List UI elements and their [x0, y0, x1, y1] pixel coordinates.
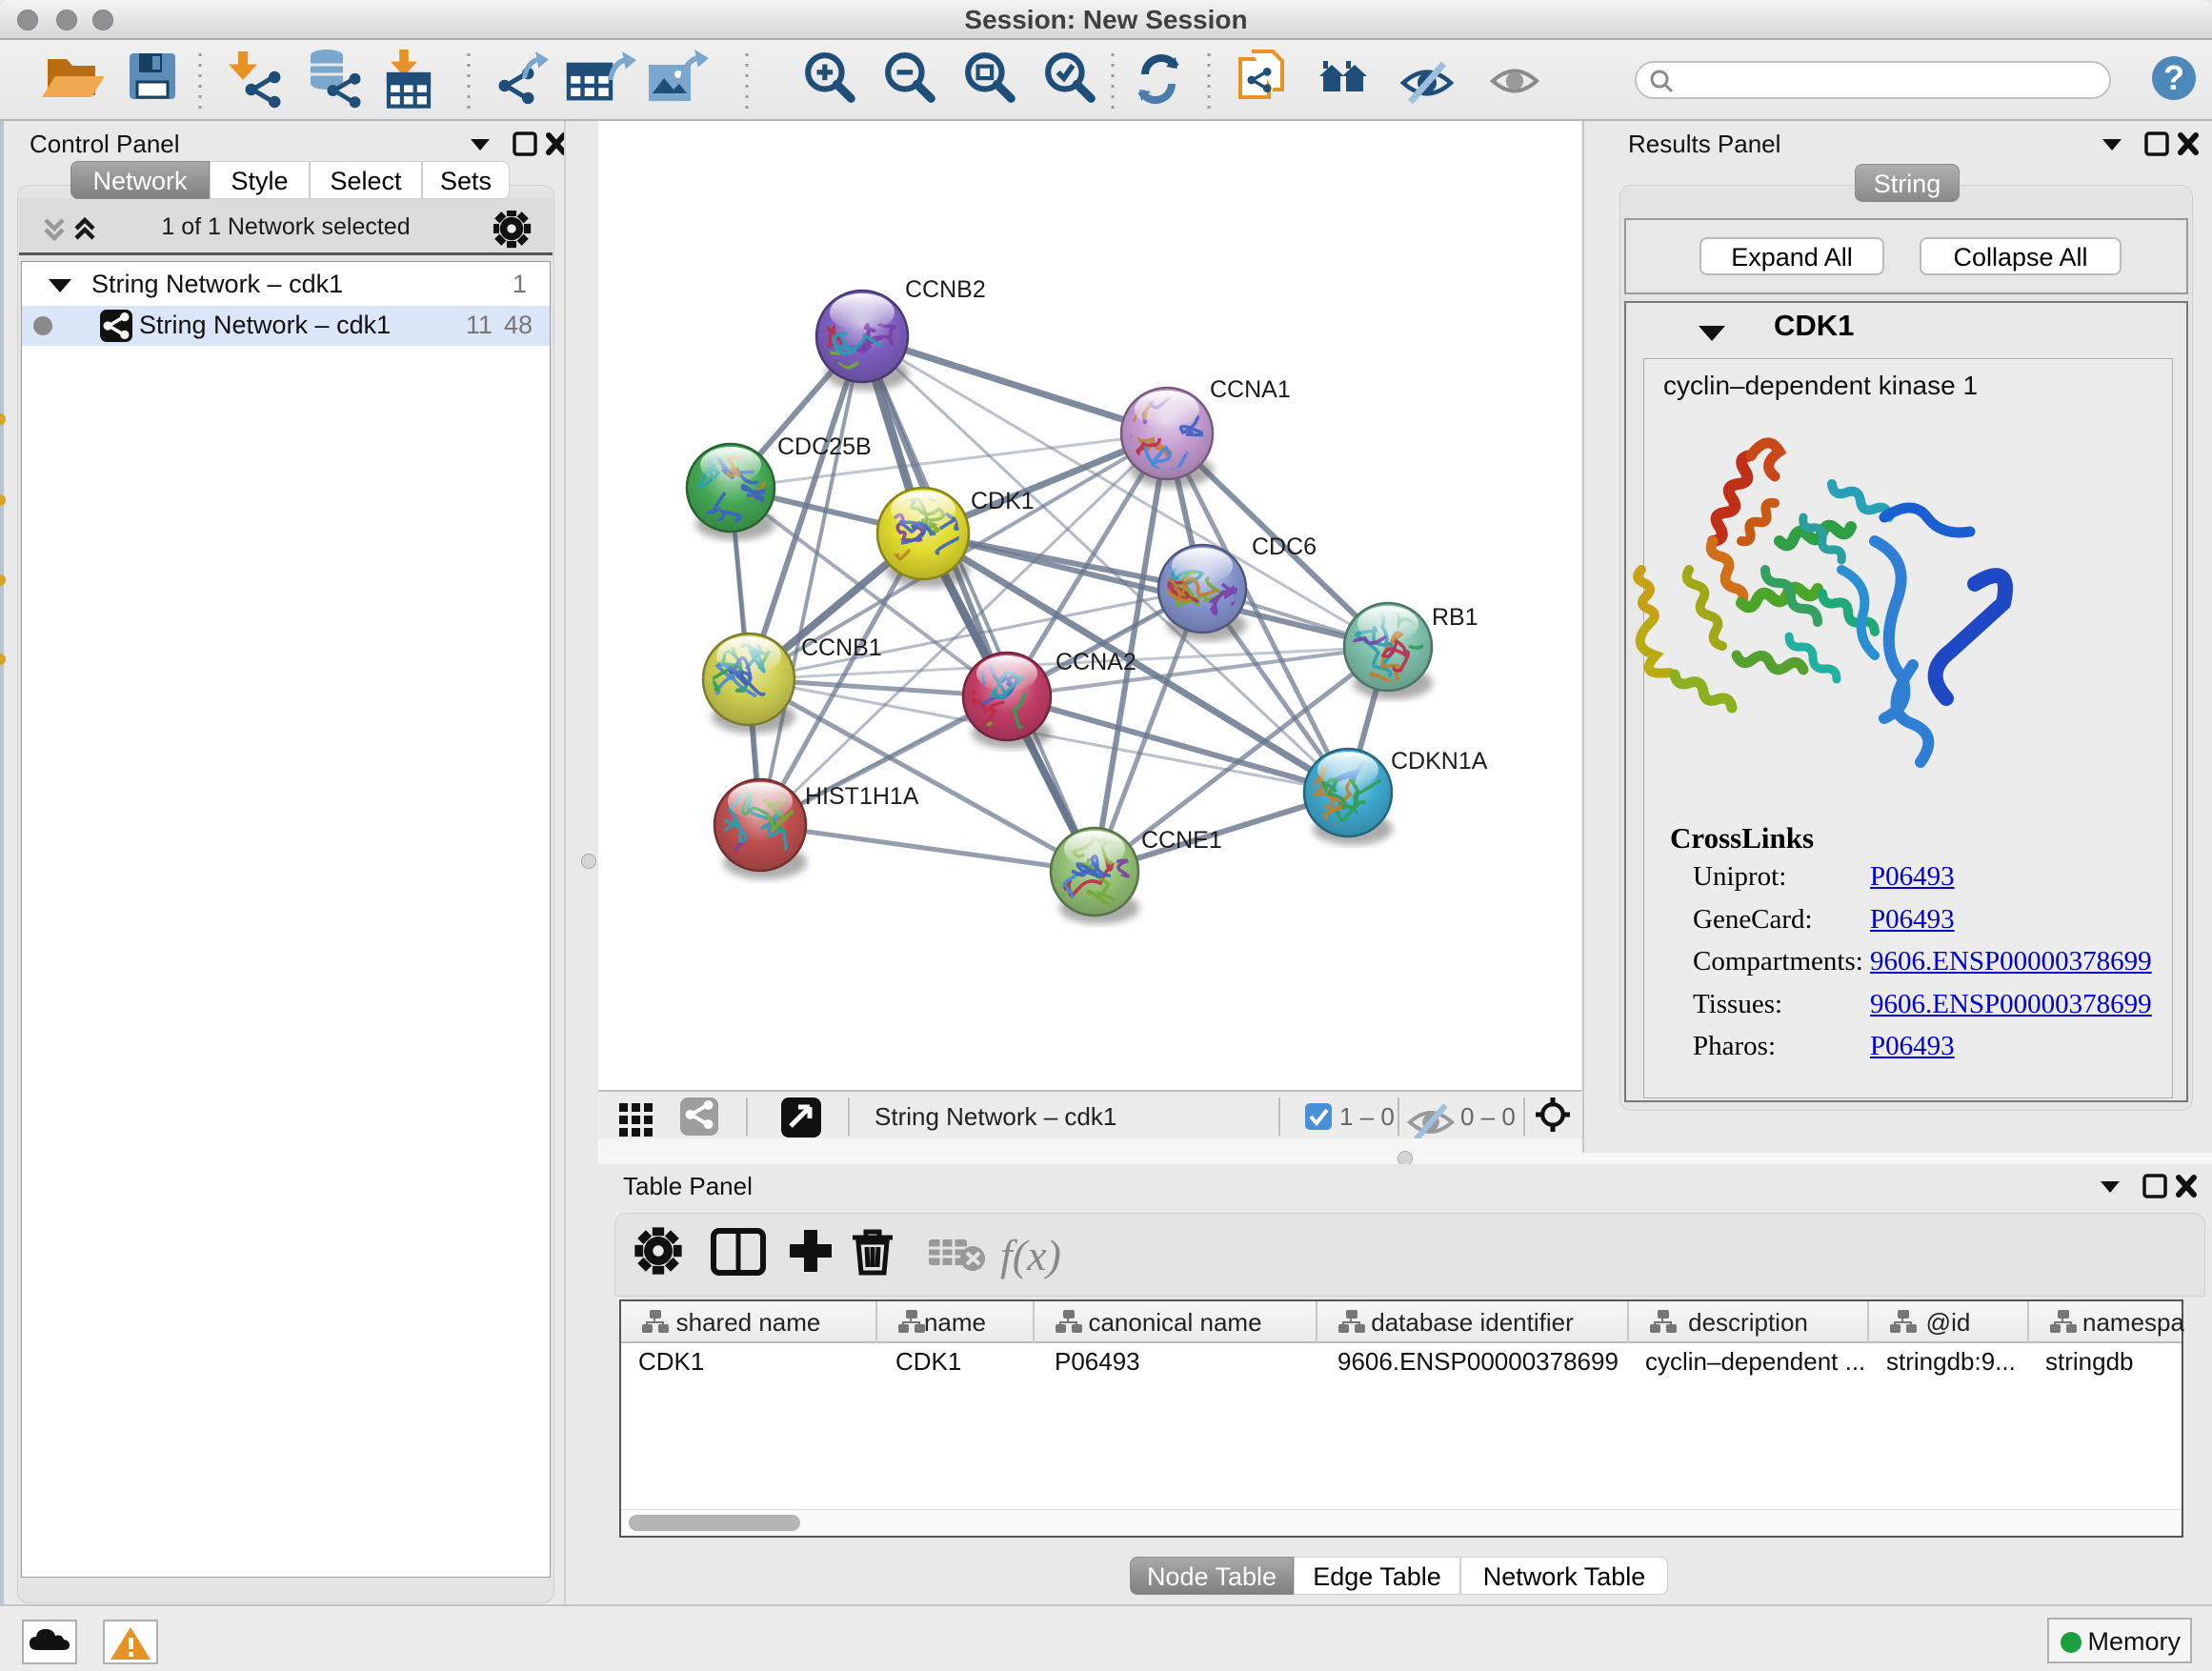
- svg-text:CCNB2: CCNB2: [905, 276, 986, 303]
- svg-text:CDC25B: CDC25B: [777, 433, 872, 460]
- svg-text:CCNA1: CCNA1: [1210, 376, 1291, 403]
- svg-text:CDK1: CDK1: [971, 488, 1035, 514]
- svg-text:?: ?: [2163, 58, 2184, 97]
- svg-text:CCNA2: CCNA2: [1056, 649, 1136, 675]
- svg-text:RB1: RB1: [1432, 604, 1478, 631]
- svg-text:CCNE1: CCNE1: [1141, 827, 1222, 854]
- svg-text:CCNB1: CCNB1: [801, 634, 882, 661]
- svg-text:CDC6: CDC6: [1252, 534, 1317, 560]
- svg-text:f(x): f(x): [1000, 1231, 1061, 1279]
- svg-text:CDKN1A: CDKN1A: [1391, 748, 1488, 775]
- svg-text:HIST1H1A: HIST1H1A: [805, 783, 919, 810]
